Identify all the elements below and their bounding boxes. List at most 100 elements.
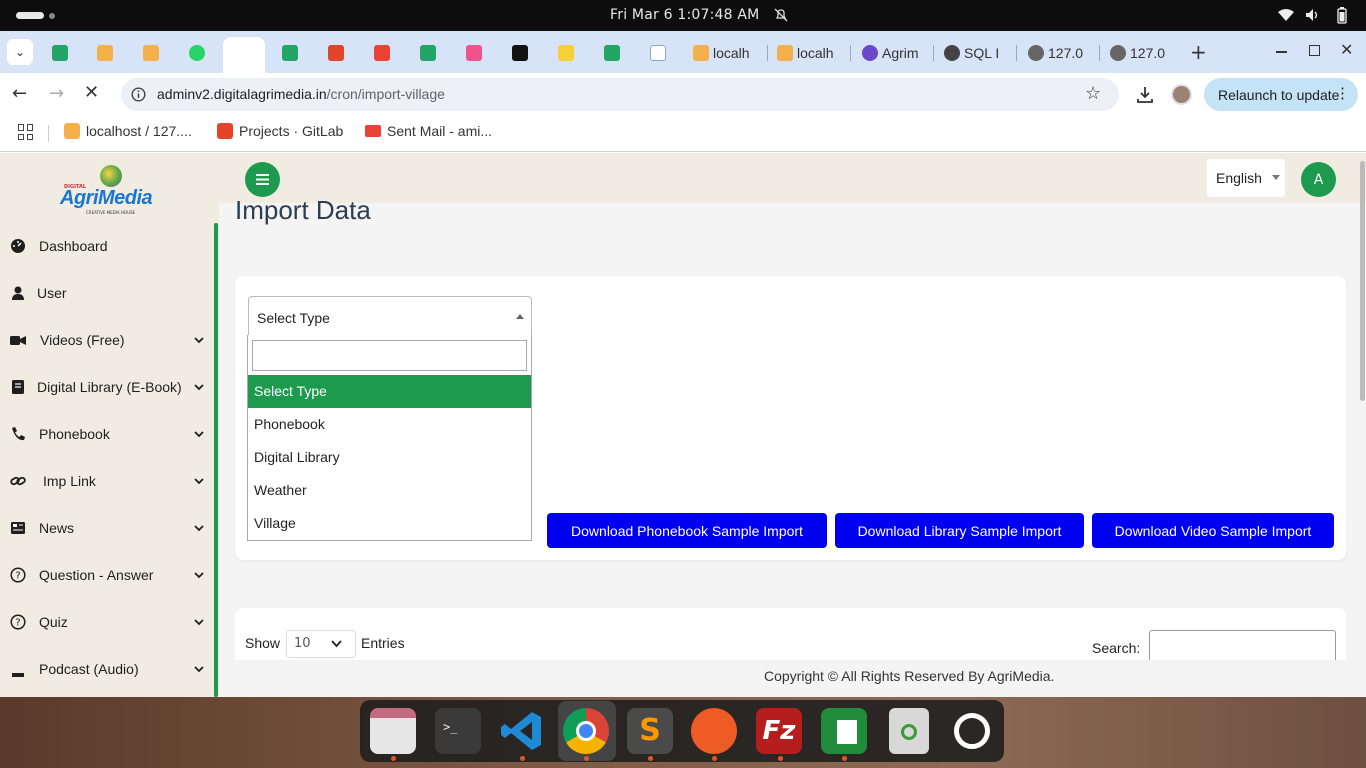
tab-chatgpt[interactable]: SQL I — [944, 39, 999, 67]
url-text[interactable]: adminv2.digitalagrimedia.in/cron/import-… — [157, 86, 445, 102]
sidebar-item-news[interactable]: News — [0, 504, 214, 551]
user-avatar[interactable]: A — [1301, 162, 1336, 197]
workspace-dot[interactable] — [49, 13, 55, 19]
sidebar-scrollbar[interactable] — [214, 223, 218, 697]
tab-tasks[interactable] — [650, 39, 666, 67]
terminal-icon[interactable]: >_ — [435, 708, 481, 754]
download-icon[interactable] — [1136, 86, 1154, 104]
trash-icon[interactable] — [889, 708, 929, 754]
tab-app[interactable] — [466, 39, 482, 67]
clock[interactable]: Fri Mar 6 1:07:48 AM — [610, 7, 759, 23]
chevron-down-icon — [194, 665, 204, 672]
tab-list-button[interactable]: ⌄ — [7, 39, 33, 65]
profile-avatar[interactable] — [1171, 84, 1192, 105]
dropdown-option[interactable]: Village — [248, 507, 531, 540]
tab-pma-2[interactable] — [143, 39, 159, 67]
close-window-icon[interactable]: ✕ — [1340, 40, 1353, 59]
gmail-icon — [365, 125, 381, 137]
bookmark-localhost[interactable]: localhost / 127.... — [64, 123, 192, 139]
apps-grid-icon[interactable] — [18, 124, 34, 140]
sidebar-item-label: Videos (Free) — [40, 331, 125, 348]
forward-arrow-icon[interactable]: → — [49, 83, 64, 104]
entries-value: 10 — [294, 636, 311, 651]
back-arrow-icon[interactable]: ← — [12, 83, 27, 104]
sidebar-item-phonebook[interactable]: Phonebook — [0, 410, 214, 457]
amazon-icon — [512, 45, 528, 61]
bookmark-label: Projects · GitLab — [239, 123, 344, 139]
dropdown-option[interactable]: Select Type — [248, 375, 531, 408]
filezilla-icon[interactable]: Fz — [756, 708, 802, 754]
relaunch-button[interactable]: Relaunch to update ⋮ — [1204, 78, 1358, 111]
tab-amazon[interactable] — [512, 39, 528, 67]
running-indicator — [842, 756, 847, 761]
tab-localhost-2[interactable]: localh — [777, 39, 834, 67]
tab-sheets[interactable] — [52, 39, 68, 67]
minimize-icon[interactable] — [1276, 51, 1287, 53]
tab-gitlab[interactable] — [328, 39, 344, 67]
tab-whatsapp[interactable] — [189, 39, 205, 67]
address-bar[interactable]: adminv2.digitalagrimedia.in/cron/import-… — [121, 78, 1119, 111]
sidebar-item-question-answer[interactable]: ? Question - Answer — [0, 551, 214, 598]
download-video-sample-button[interactable]: Download Video Sample Import — [1092, 513, 1334, 548]
postman-icon[interactable] — [691, 708, 737, 754]
maximize-icon[interactable] — [1309, 45, 1320, 56]
tab-sheets-2[interactable] — [282, 39, 298, 67]
bookmark-gitlab[interactable]: Projects · GitLab — [217, 123, 343, 139]
sublime-icon[interactable]: S — [627, 708, 673, 754]
chevron-down-icon — [194, 336, 204, 343]
sidebar-item-quiz[interactable]: ? Quiz — [0, 598, 214, 645]
tab-localhost-1[interactable]: localh — [693, 39, 750, 67]
system-top-bar: Fri Mar 6 1:07:48 AM — [0, 0, 1366, 31]
dropdown-search-input[interactable] — [252, 340, 527, 371]
sidebar-item-videos[interactable]: Videos (Free) — [0, 316, 214, 363]
bookmark-star-icon[interactable]: ☆ — [1085, 83, 1101, 104]
entries-select[interactable]: 10 — [286, 630, 356, 658]
wifi-icon[interactable] — [1277, 8, 1295, 22]
stop-loading-icon[interactable]: ✕ — [84, 82, 99, 103]
sidebar-item-dashboard[interactable]: Dashboard — [0, 222, 214, 269]
volume-icon[interactable] — [1305, 8, 1321, 22]
bookmarks-divider — [48, 125, 49, 142]
table-search-input[interactable] — [1149, 630, 1336, 662]
search-label: Search: — [1092, 640, 1141, 656]
sidebar-item-digital-library[interactable]: Digital Library (E-Book) — [0, 363, 214, 410]
tab-sheets-3[interactable] — [420, 39, 436, 67]
download-phonebook-sample-button[interactable]: Download Phonebook Sample Import — [547, 513, 827, 548]
ubuntu-icon[interactable] — [949, 708, 995, 754]
language-select[interactable]: English — [1207, 159, 1285, 197]
menu-toggle-button[interactable] — [245, 162, 280, 197]
more-menu-icon[interactable]: ⋮ — [1335, 84, 1350, 102]
sheets-icon — [282, 45, 298, 61]
logo-text: AgriMedia — [60, 187, 153, 209]
dropdown-option[interactable]: Phonebook — [248, 408, 531, 441]
chevron-down-icon — [194, 383, 204, 390]
spreadsheet-icon[interactable] — [821, 708, 867, 754]
files-icon[interactable] — [370, 708, 416, 754]
dropdown-option[interactable]: Weather — [248, 474, 531, 507]
tab-flipkart[interactable] — [558, 39, 574, 67]
tab-pma-1[interactable] — [97, 39, 113, 67]
sidebar-item-user[interactable]: User — [0, 269, 214, 316]
tab-agrimedia[interactable]: Agrim — [862, 39, 919, 67]
dropdown-option[interactable]: Digital Library — [248, 441, 531, 474]
sidebar-item-podcast[interactable]: Podcast (Audio) — [0, 645, 214, 692]
vscode-icon[interactable] — [499, 708, 545, 754]
page-scrollbar[interactable] — [1360, 161, 1365, 401]
tab-active[interactable] — [223, 37, 265, 73]
logo-tagline: CREATIVE MEDIA HOUSE — [86, 210, 136, 215]
new-tab-plus-icon[interactable]: + — [1190, 40, 1207, 64]
site-info-icon[interactable] — [131, 87, 146, 102]
battery-icon[interactable] — [1337, 7, 1347, 24]
tab-127-2[interactable]: 127.0 — [1110, 39, 1165, 67]
tab-127-1[interactable]: 127.0 — [1028, 39, 1083, 67]
chrome-icon[interactable] — [563, 708, 609, 754]
logo[interactable]: DIGITAL AgriMedia CREATIVE MEDIA HOUSE — [58, 165, 162, 215]
language-label: English — [1216, 170, 1262, 186]
type-select[interactable]: Select Type — [248, 296, 532, 336]
download-library-sample-button[interactable]: Download Library Sample Import — [835, 513, 1084, 548]
tab-sheets-4[interactable] — [604, 39, 620, 67]
tab-gmail[interactable] — [374, 39, 390, 67]
bookmark-gmail[interactable]: Sent Mail - ami... — [365, 123, 492, 139]
workspace-indicator[interactable] — [16, 12, 44, 19]
sidebar-item-imp-link[interactable]: Imp Link — [0, 457, 214, 504]
